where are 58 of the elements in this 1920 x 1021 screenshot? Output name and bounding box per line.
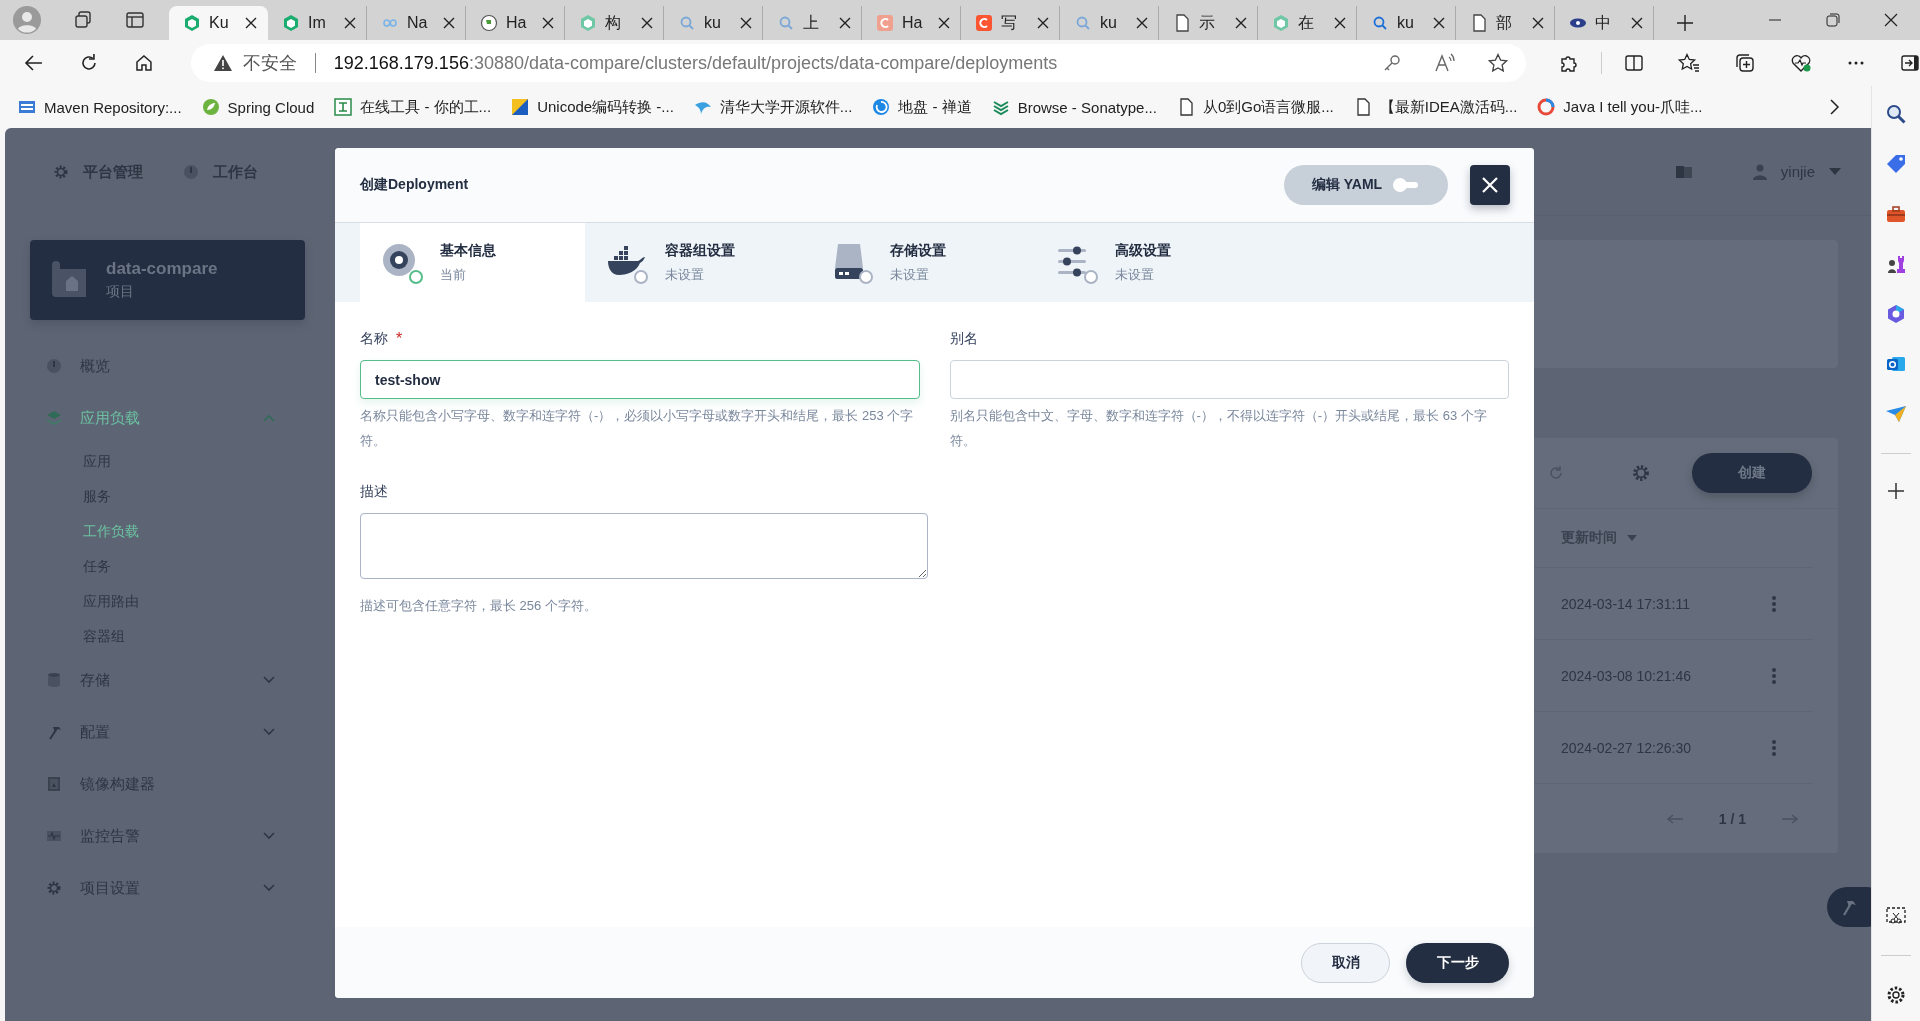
- security-warning: 不安全: [242, 52, 297, 75]
- step-title: 存储设置: [890, 241, 946, 260]
- browser-tab[interactable]: 中: [1555, 6, 1654, 40]
- cancel-button[interactable]: 取消: [1301, 942, 1390, 983]
- step-title: 基本信息: [440, 241, 496, 260]
- edit-yaml-toggle[interactable]: 编辑 YAML: [1284, 165, 1448, 205]
- step-status: 未设置: [1115, 265, 1155, 284]
- step-status: 未设置: [890, 265, 930, 284]
- browser-tab[interactable]: Ha: [466, 6, 565, 40]
- field-label: 别名: [949, 330, 978, 348]
- bookmark[interactable]: Unicode编码转换 -...: [511, 97, 674, 117]
- bookmark[interactable]: Java I tell you-爪哇...: [1537, 97, 1703, 117]
- step-status: 未设置: [665, 265, 705, 284]
- browser-tab[interactable]: Ku: [169, 6, 268, 40]
- bookmark[interactable]: 【最新IDEA激活码...: [1353, 97, 1518, 117]
- browser-tab[interactable]: Ha: [862, 6, 961, 40]
- project-type: 项目: [106, 283, 135, 301]
- table-cell-text: 2024-03-14 17:31:11: [1561, 595, 1691, 612]
- step-title: 容器组设置: [665, 241, 735, 260]
- browser-tab[interactable]: 部: [1456, 6, 1555, 40]
- browser-tab[interactable]: Na: [367, 6, 466, 40]
- field-hint: 别名只能包含中文、字母、数字和连字符（-），不得以连字符（-）开头或结尾，最长 63 个字符。: [949, 407, 1488, 450]
- field-hint: 名称只能包含小写字母、数字和连字符（-），必须以小写字母或数字开头和结尾，最长 253 个字符。: [360, 407, 915, 450]
- table-cell-text: 2024-02-27 12:26:30: [1561, 739, 1692, 756]
- url-text: 192.168.179.156:30880/data-compare/clusters/default/projects/data-compare/deployments: [333, 52, 1058, 74]
- text-field[interactable]: test-show: [360, 360, 920, 399]
- browser-tab[interactable]: 示: [1159, 6, 1258, 40]
- project-name: data-compare: [106, 259, 218, 279]
- bookmark[interactable]: 在线工具 - 你的工...: [334, 97, 492, 117]
- wizard-step[interactable]: 存储设置 未设置: [810, 223, 1035, 302]
- browser-tab[interactable]: 在: [1258, 6, 1357, 40]
- browser-tab[interactable]: 写: [961, 6, 1060, 40]
- bookmark[interactable]: Maven Repository:...: [18, 98, 182, 116]
- bookmark[interactable]: 从0到Go语言微服...: [1176, 97, 1334, 117]
- step-status: 当前: [440, 265, 467, 284]
- field-label: 描述: [360, 483, 388, 501]
- dialog-title: 创建Deployment: [360, 176, 469, 194]
- bookmark[interactable]: 清华大学开源软件...: [693, 97, 853, 117]
- browser-tab[interactable]: 上: [763, 6, 862, 40]
- step-title: 高级设置: [1115, 241, 1171, 260]
- wizard-step[interactable]: 容器组设置 未设置: [585, 223, 810, 302]
- wizard-step[interactable]: 基本信息 当前: [360, 223, 585, 302]
- browser-tab[interactable]: 构: [565, 6, 664, 40]
- field-label: 名称: [360, 330, 388, 348]
- next-button[interactable]: 下一步: [1406, 942, 1509, 983]
- browser-tab[interactable]: ku: [1060, 6, 1159, 40]
- wizard-step[interactable]: 高级设置 未设置: [1035, 223, 1260, 302]
- browser-tab[interactable]: ku: [1357, 6, 1456, 40]
- table-cell-text: 2024-03-08 10:21:46: [1561, 667, 1692, 684]
- bookmark[interactable]: 地盘 - 禅道: [872, 97, 972, 117]
- bookmark[interactable]: Browse - Sonatype...: [991, 98, 1157, 116]
- field-hint: 描述可包含任意字符，最长 256 个字符。: [360, 597, 598, 615]
- page-indicator: 1 / 1: [1718, 810, 1746, 827]
- bookmark[interactable]: Spring Cloud: [201, 98, 315, 116]
- browser-tab[interactable]: Im: [268, 6, 367, 40]
- address-bar[interactable]: 不安全 192.168.179.156:30880/data-compare/clusters/default/projects/data-compare/deployments: [190, 44, 1526, 82]
- required-mark: *: [396, 330, 403, 348]
- browser-tab[interactable]: ku: [664, 6, 763, 40]
